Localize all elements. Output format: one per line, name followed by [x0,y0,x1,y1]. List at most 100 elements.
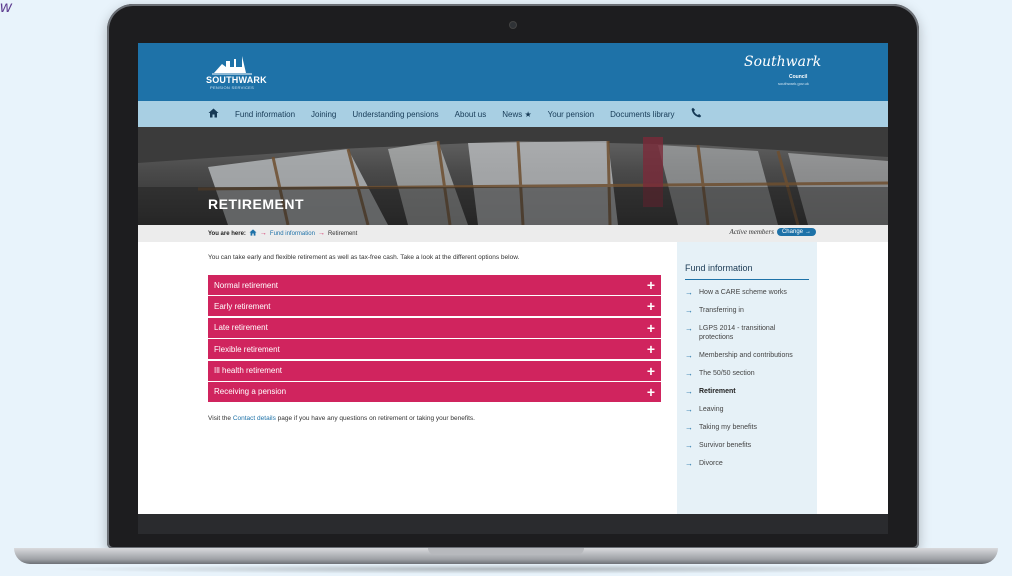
sidebar-item-label: Taking my benefits [699,424,757,431]
arrow-right-icon: → [685,288,693,297]
breadcrumb-home-icon[interactable] [249,229,257,238]
site-header: SOUTHWARK PENSION SERVICES Southwark Cou… [138,43,888,101]
arrow-right-icon: → [685,306,693,315]
breadcrumb-arrow-icon: → [259,230,267,237]
accordion-item-receiving-a-pension[interactable]: Receiving a pension + [208,381,661,402]
laptop-chin [138,514,888,534]
sidebar-item-lgps-2014[interactable]: → LGPS 2014 - transitional protections [685,324,811,342]
breadcrumb-link-fund-information[interactable]: Fund information [270,231,315,237]
sidebar-item-leaving[interactable]: → Leaving [685,405,811,414]
laptop-notch [428,548,584,555]
hero-banner: RETIREMENT [138,127,888,225]
member-type-label: Active members [729,228,774,236]
plus-icon: + [646,277,655,293]
plus-icon: + [646,319,655,336]
accordion-label: Ill health retirement [214,366,283,376]
accordion-item-ill-health-retirement[interactable]: Ill health retirement + [208,360,661,381]
outro-text: Visit the Contact details page if you ha… [208,415,475,422]
sidebar-item-label: Retirement [699,388,736,395]
logo-title: SOUTHWARK [206,75,267,85]
council-word: Council [789,74,808,80]
sidebar-item-divorce[interactable]: → Divorce [685,459,811,468]
sidebar-divider [685,279,809,280]
sidebar-item-membership[interactable]: → Membership and contributions [685,351,811,360]
council-script: Southwark [744,54,822,70]
sidebar-item-label: Transferring in [699,307,744,314]
phone-icon[interactable] [691,107,702,121]
sidebar-item-label: LGPS 2014 - transitional protections [699,325,776,341]
corner-glyph: w [0,0,12,16]
accordion-label: Late retirement [214,323,268,333]
plus-icon: + [646,362,655,379]
screen: SOUTHWARK PENSION SERVICES Southwark Cou… [138,43,888,514]
sidebar-item-label: Divorce [699,460,723,467]
accordion-item-early-retirement[interactable]: Early retirement + [208,296,661,317]
laptop-shadow [40,564,972,574]
contact-details-link[interactable]: Contact details [233,415,276,422]
logo-subtitle: PENSION SERVICES [210,85,255,90]
sidebar: Fund information → How a CARE scheme work… [677,242,817,514]
outro-after: page if you have any questions on retire… [277,415,475,422]
accordion-label: Receiving a pension [214,387,287,397]
nav-fund-information[interactable]: Fund information [235,110,295,119]
arrow-right-icon: → [805,229,811,235]
sidebar-item-label: Leaving [699,406,724,413]
council-url: southwark.gov.uk [778,81,809,86]
outro-before: Visit the [208,415,232,422]
nav-news[interactable]: News ★ [502,110,531,119]
accordion-label: Normal retirement [214,280,279,290]
plus-icon: + [646,341,655,358]
sidebar-title: Fund information [685,263,753,273]
accordion-item-flexible-retirement[interactable]: Flexible retirement + [208,339,661,360]
sidebar-item-label: The 50/50 section [699,370,755,377]
site-logo[interactable]: SOUTHWARK PENSION SERVICES [206,53,286,93]
nav-your-pension[interactable]: Your pension [548,110,594,119]
nav-joining[interactable]: Joining [311,110,336,119]
arrow-right-icon: → [685,351,693,360]
southwark-logo-icon [212,56,252,75]
home-icon[interactable] [208,108,219,121]
star-icon: ★ [524,109,532,119]
sidebar-item-survivor-benefits[interactable]: → Survivor benefits [685,441,811,450]
change-button[interactable]: Change → [776,228,816,236]
accordion: Normal retirement + Early retirement + L… [208,275,661,403]
sidebar-item-retirement[interactable]: → Retirement [685,387,811,396]
sidebar-item-transferring-in[interactable]: → Transferring in [685,306,811,315]
plus-icon: + [646,298,655,315]
arrow-right-icon: → [685,441,693,450]
sidebar-item-label: Survivor benefits [699,442,752,449]
nav-about-us[interactable]: About us [455,110,487,119]
breadcrumb-current: Retirement [327,230,358,237]
nav-understanding-pensions[interactable]: Understanding pensions [352,110,438,119]
accordion-label: Early retirement [214,301,271,311]
breadcrumb: You are here: → Fund information → Retir… [208,225,357,242]
sidebar-item-label: How a CARE scheme works [699,289,787,296]
council-logo[interactable]: Southwark Council southwark.gov.uk [744,54,822,90]
nav-news-label: News [502,109,523,119]
page-title: RETIREMENT [208,196,304,212]
breadcrumb-arrow-icon: → [317,230,325,237]
arrow-right-icon: → [685,459,693,468]
breadcrumb-prefix: You are here: [208,230,246,237]
nav-list: Fund information Joining Understanding p… [208,101,702,127]
camera [510,22,516,28]
sidebar-item-label: Membership and contributions [699,352,793,359]
intro-text: You can take early and flexible retireme… [208,254,520,261]
accordion-item-normal-retirement[interactable]: Normal retirement + [208,275,661,295]
arrow-right-icon: → [685,324,693,333]
arrow-right-icon: → [685,423,693,432]
sidebar-item-5050-section[interactable]: → The 50/50 section [685,369,811,378]
change-button-label: Change [781,229,803,235]
sidebar-item-care-scheme[interactable]: → How a CARE scheme works [685,288,811,297]
sidebar-list: → How a CARE scheme works → Transferring i… [685,288,811,477]
main-content: You can take early and flexible retireme… [208,242,662,514]
accordion-item-late-retirement[interactable]: Late retirement + [208,317,661,338]
arrow-right-icon: → [685,387,693,396]
member-type: Active members Change → [729,228,816,236]
nav-documents-library[interactable]: Documents library [610,110,674,119]
arrow-right-icon: → [685,369,693,378]
main-nav: Fund information Joining Understanding p… [138,101,888,127]
breadcrumb-bar: You are here: → Fund information → Retir… [138,225,888,242]
sidebar-item-taking-benefits[interactable]: → Taking my benefits [685,423,811,432]
arrow-right-icon: → [685,405,693,414]
